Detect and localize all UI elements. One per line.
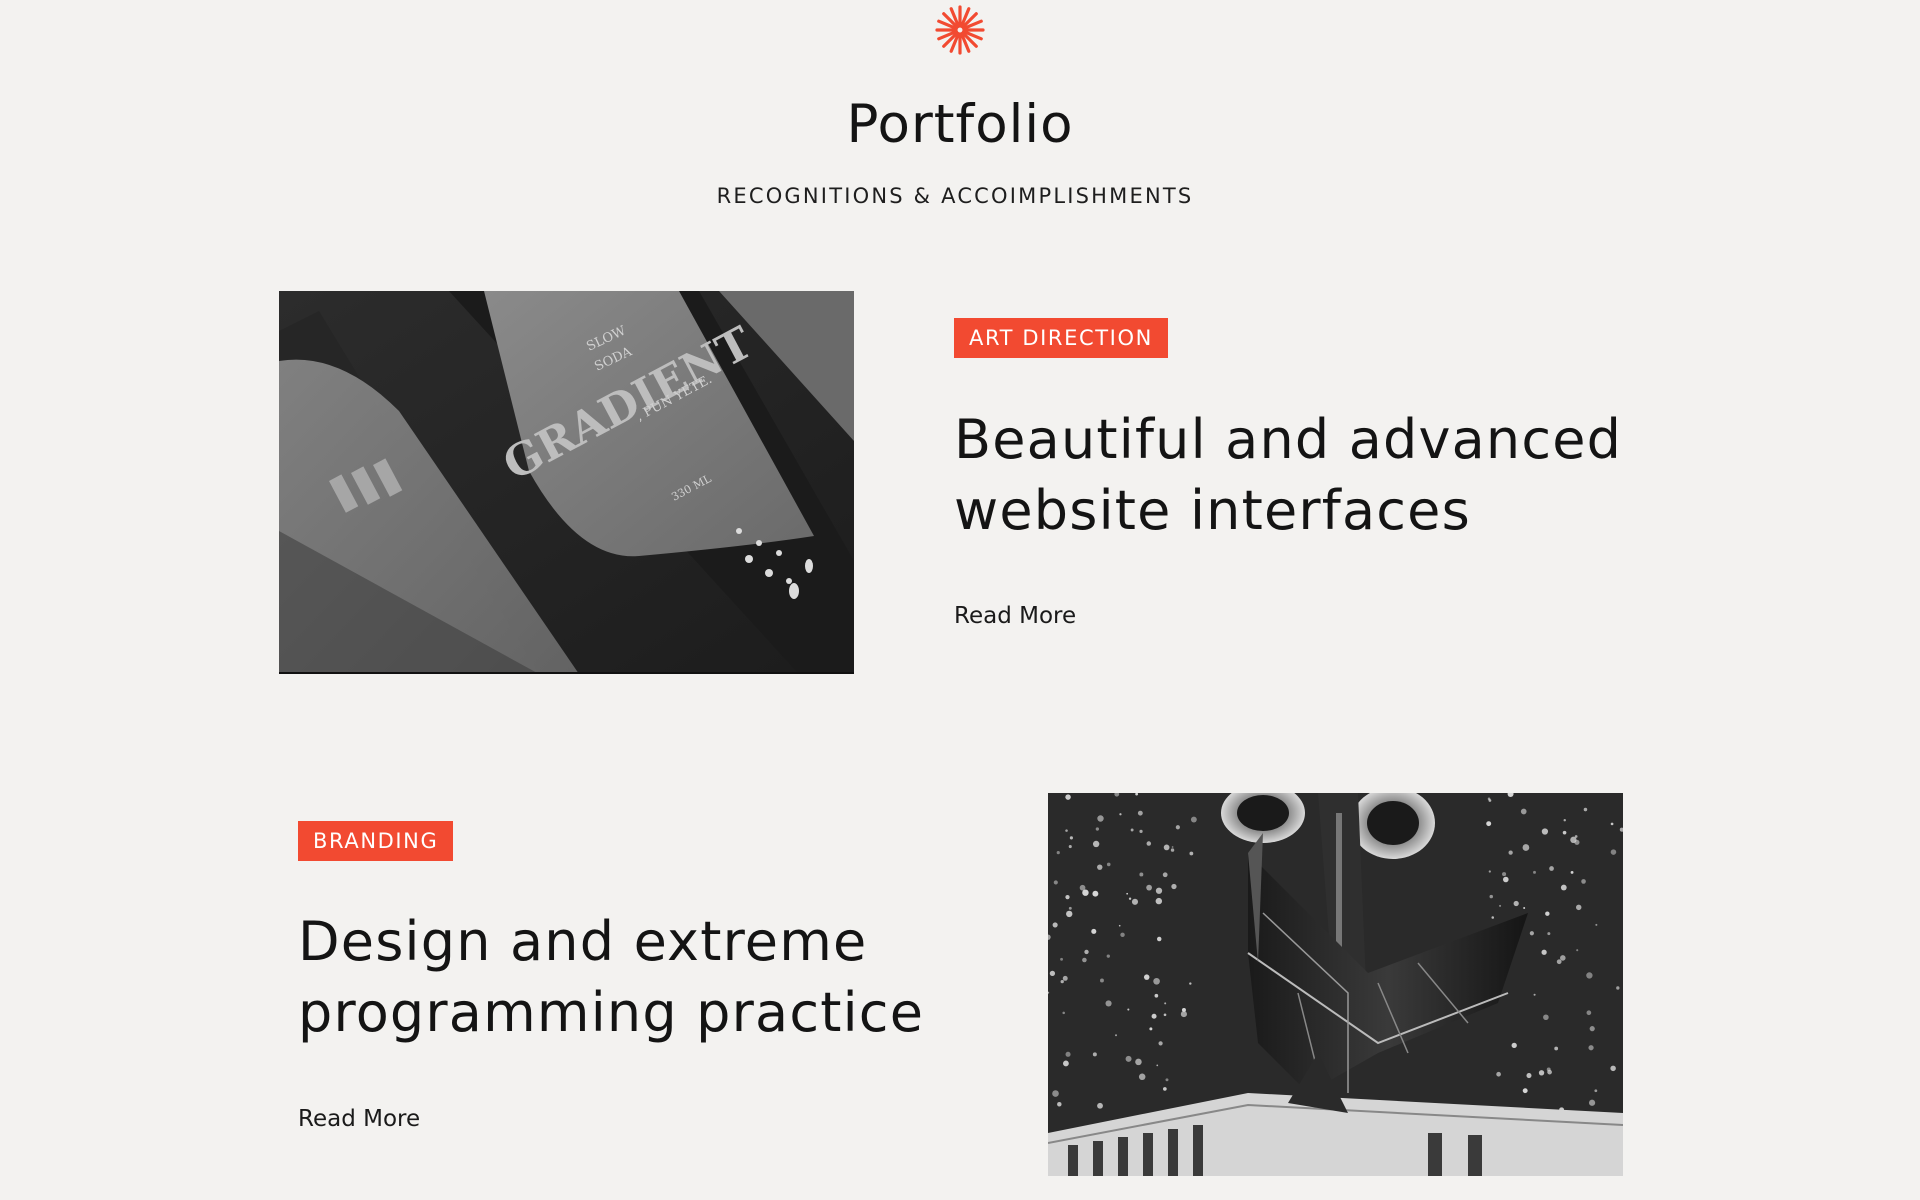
page-subtitle: RECOGNITIONS & ACCOIMPLISHMENTS: [716, 184, 1194, 208]
page-title: Portfolio: [846, 94, 1074, 155]
item-title-line2: website interfaces: [954, 479, 1471, 542]
item-title[interactable]: Beautiful and advanced website interface…: [954, 404, 1674, 546]
item-title[interactable]: Design and extreme programming practice: [298, 906, 1018, 1048]
soda-bottles-image[interactable]: SLOW SODA GRADIENT , PUN YETE. 330 ML: [279, 291, 854, 674]
read-more-link[interactable]: Read More: [298, 1104, 420, 1134]
sunburst-logo-icon: [935, 5, 985, 55]
abstract-3d-sculpture-image[interactable]: [1048, 793, 1623, 1176]
category-tag[interactable]: ART DIRECTION: [954, 318, 1168, 358]
category-tag[interactable]: BRANDING: [298, 821, 454, 861]
item-title-line1: Design and extreme: [298, 910, 868, 973]
item-title-line1: Beautiful and advanced: [954, 408, 1623, 471]
read-more-link[interactable]: Read More: [954, 601, 1076, 631]
item-title-line2: programming practice: [298, 981, 925, 1044]
